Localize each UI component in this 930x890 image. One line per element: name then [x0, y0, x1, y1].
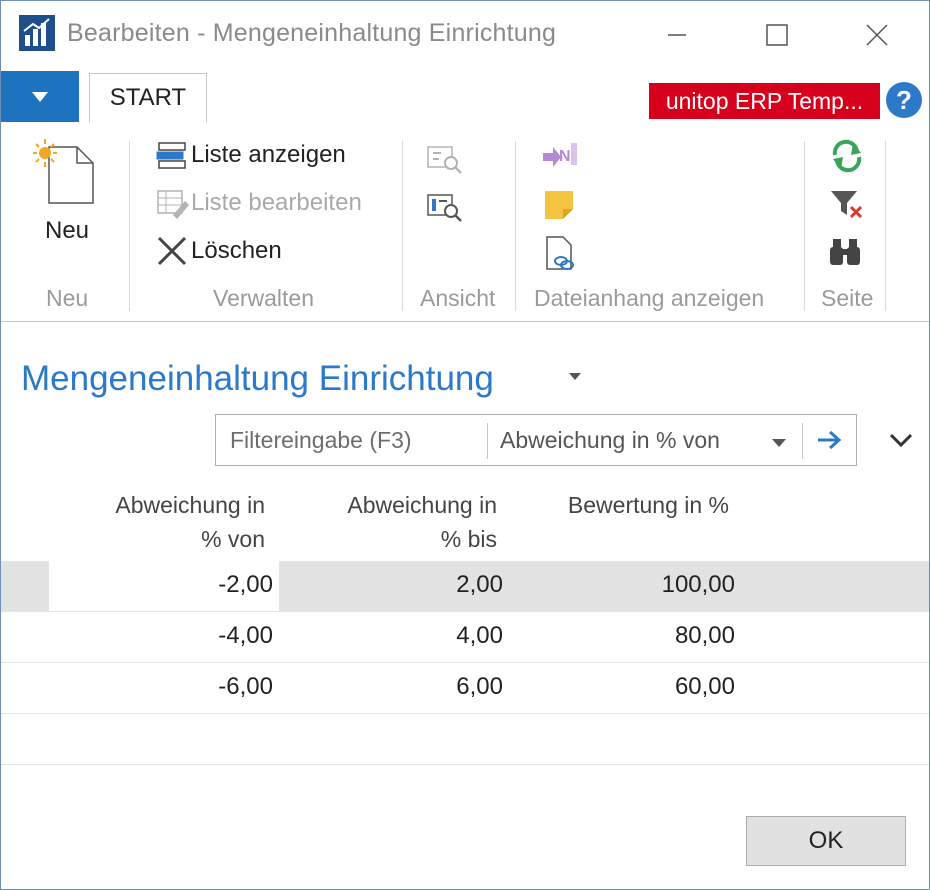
clear-filter-button[interactable]	[827, 187, 867, 223]
show-list-button[interactable]: Liste anzeigen	[155, 139, 346, 171]
filter-divider	[487, 423, 488, 459]
refresh-button[interactable]	[827, 139, 867, 175]
table-row[interactable]: -4,00 4,00 80,00	[1, 612, 929, 663]
delete-x-icon	[157, 236, 187, 266]
group-label-verwalten: Verwalten	[213, 285, 315, 311]
cell-rating[interactable]: 80,00	[601, 622, 735, 650]
ribbon-separator	[804, 141, 805, 311]
view-card-icon	[427, 146, 462, 174]
filter-bar: Filtereingabe (F3) Abweichung in % von	[215, 414, 857, 466]
svg-text:N: N	[559, 148, 571, 165]
view-list-icon	[427, 194, 462, 222]
group-label-dateianhang: Dateianhang anzeigen	[534, 285, 765, 311]
cell-from[interactable]: -2,00	[151, 571, 273, 599]
column-header-line: Abweichung in	[347, 492, 497, 518]
cell-from[interactable]: -6,00	[151, 673, 273, 701]
view-list-button[interactable]	[425, 189, 465, 225]
expand-chevron-icon[interactable]	[887, 429, 915, 451]
filter-divider	[802, 423, 803, 459]
note-icon	[545, 191, 573, 219]
column-header-to[interactable]: Abweichung in % bis	[301, 488, 497, 556]
show-list-label: Liste anzeigen	[191, 141, 346, 168]
column-header-from[interactable]: Abweichung in % von	[71, 488, 265, 556]
maximize-button[interactable]	[747, 13, 807, 57]
page-title-dropdown-icon[interactable]	[569, 373, 581, 380]
ribbon-separator	[885, 141, 886, 311]
refresh-icon	[832, 139, 862, 173]
group-label-seite: Seite	[821, 285, 874, 311]
notes-button[interactable]	[541, 187, 581, 223]
view-card-button[interactable]	[425, 141, 465, 177]
links-button[interactable]	[541, 235, 581, 273]
table-row[interactable]: -2,00 2,00 100,00	[1, 561, 929, 612]
group-label-ansicht: Ansicht	[420, 285, 496, 311]
onenote-button[interactable]: N	[541, 137, 581, 173]
link-document-icon	[546, 236, 574, 270]
onenote-icon: N	[543, 143, 577, 167]
column-header-line: % von	[201, 526, 265, 552]
new-document-icon	[33, 139, 94, 204]
close-button[interactable]	[847, 13, 907, 57]
maximize-icon	[766, 24, 788, 46]
column-header-line: % bis	[440, 526, 497, 552]
ribbon-separator	[129, 141, 130, 311]
edit-list-label: Liste bearbeiten	[191, 189, 362, 216]
column-header-line: Bewertung in %	[567, 492, 729, 518]
help-button[interactable]: ?	[886, 82, 922, 118]
table-row[interactable]: -6,00 6,00 60,00	[1, 663, 929, 714]
clear-filter-icon	[831, 191, 863, 219]
minimize-button[interactable]	[647, 13, 707, 57]
filter-field-select[interactable]: Abweichung in % von	[500, 427, 720, 454]
page-title: Mengeneinhaltung Einrichtung	[21, 359, 494, 398]
binoculars-icon	[830, 239, 860, 265]
find-button[interactable]	[827, 235, 867, 271]
application-menu-button[interactable]	[1, 71, 79, 122]
window-title: Bearbeiten - Mengeneinhaltung Einrichtun…	[67, 19, 557, 47]
column-header-line: Abweichung in	[115, 492, 265, 518]
column-header-rating[interactable]: Bewertung in %	[521, 488, 729, 522]
table-row-empty[interactable]	[1, 714, 929, 765]
apply-filter-arrow-icon[interactable]	[814, 425, 846, 455]
cell-rating[interactable]: 60,00	[601, 673, 735, 701]
delete-label: Löschen	[191, 237, 282, 264]
cell-to[interactable]: 2,00	[381, 571, 503, 599]
title-bar: Bearbeiten - Mengeneinhaltung Einrichtun…	[1, 1, 929, 71]
cell-to[interactable]: 6,00	[381, 673, 503, 701]
dropdown-arrow-icon	[32, 91, 48, 102]
chevron-down-icon[interactable]	[772, 439, 786, 447]
ribbon-tab-bar: START unitop ERP Temp... ?	[1, 71, 929, 124]
dialog-window: Bearbeiten - Mengeneinhaltung Einrichtun…	[0, 0, 930, 890]
list-view-icon	[156, 142, 186, 169]
app-logo-icon	[19, 15, 55, 51]
group-label-neu: Neu	[46, 285, 89, 311]
ribbon-separator	[515, 141, 516, 311]
filter-input[interactable]: Filtereingabe (F3)	[230, 427, 412, 454]
edit-list-icon	[157, 190, 189, 219]
company-badge[interactable]: unitop ERP Temp...	[649, 83, 880, 119]
edit-list-button[interactable]: Liste bearbeiten	[155, 187, 362, 219]
cell-from[interactable]: -4,00	[151, 622, 273, 650]
minimize-icon	[668, 34, 686, 36]
ribbon: Neu Neu Liste anzeigen Liste bearbeiten	[1, 123, 929, 322]
tab-start[interactable]: START	[89, 73, 207, 123]
new-button[interactable]: Neu	[27, 137, 111, 247]
cell-to[interactable]: 4,00	[381, 622, 503, 650]
ok-button[interactable]: OK	[746, 816, 906, 866]
close-icon	[866, 24, 888, 46]
new-button-label: Neu	[45, 217, 90, 244]
cell-rating[interactable]: 100,00	[601, 571, 735, 599]
delete-button[interactable]: Löschen	[155, 235, 282, 267]
ribbon-separator	[402, 141, 403, 311]
